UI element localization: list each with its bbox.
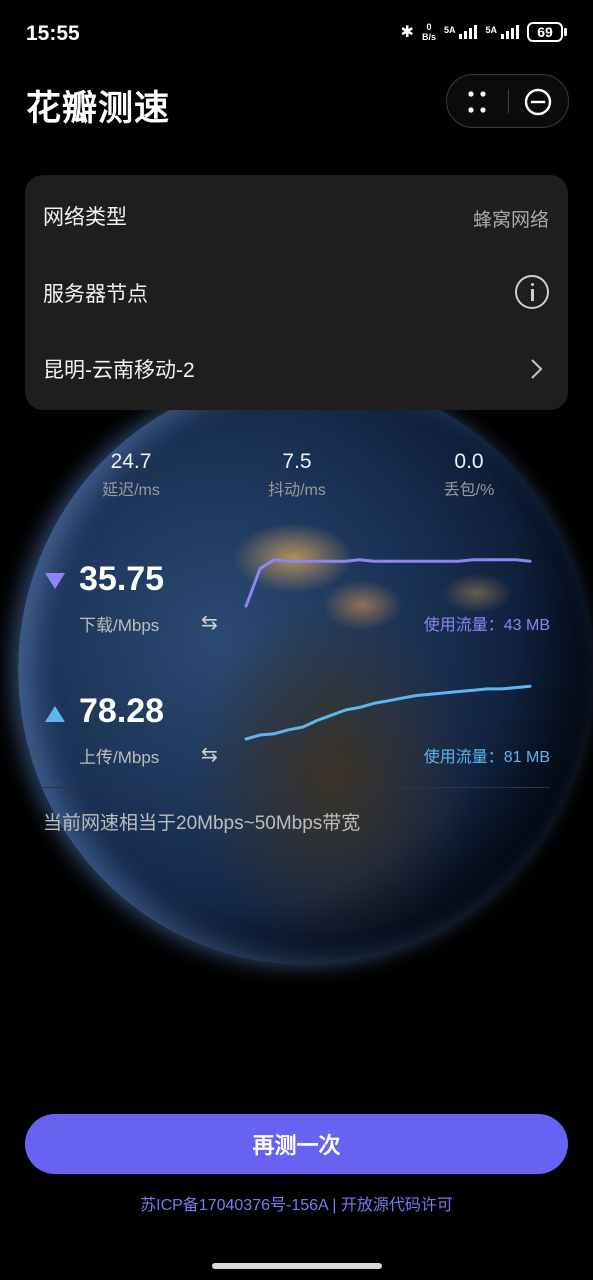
home-indicator	[212, 1263, 382, 1269]
download-swap-icon: ⇆	[201, 612, 218, 634]
packet-loss-label: 丢包/%	[443, 482, 495, 499]
network-type-row: 网络类型 蜂窝网络	[25, 178, 568, 253]
clock: 15:55	[26, 22, 80, 45]
latency-label: 延迟/ms	[102, 482, 160, 499]
status-bar: 15:55 ✱ 0 B/s 5A 5A 69	[0, 0, 593, 70]
close-miniapp-button[interactable]	[511, 75, 567, 129]
more-dots-icon	[468, 91, 486, 113]
close-circle-icon	[524, 88, 552, 116]
download-speed-value: 35.75	[79, 560, 165, 598]
download-arrow-icon	[45, 573, 65, 589]
app-title: 花瓣测速	[26, 89, 171, 128]
download-speed-line	[244, 558, 532, 608]
latency-stat: 24.7 延迟/ms	[66, 450, 196, 500]
network-type-label: 网络类型	[43, 206, 127, 229]
bluetooth-icon: ✱	[400, 24, 414, 41]
packet-loss-stat: 0.0 丢包/%	[404, 450, 534, 500]
download-unit-label: 下载/Mbps	[79, 616, 160, 635]
jitter-value: 7.5	[282, 450, 312, 473]
network-speed-indicator: 0 B/s	[422, 22, 436, 42]
network-type-value: 蜂窝网络	[472, 210, 549, 231]
network-info-card: 网络类型 蜂窝网络 服务器节点 昆明-云南移动-2	[25, 175, 568, 410]
upload-speed-value: 78.28	[79, 692, 165, 730]
latency-value: 24.7	[110, 450, 152, 473]
jitter-stat: 7.5 抖动/ms	[232, 450, 362, 500]
icp-footer-link[interactable]: 苏ICP备17040376号-156A | 开放源代码许可	[0, 1191, 593, 1215]
info-icon[interactable]	[515, 275, 549, 309]
download-speed-chart	[244, 558, 532, 608]
sim1-label: 5A	[443, 25, 456, 35]
server-node-label: 服务器节点	[43, 283, 148, 306]
more-button[interactable]	[447, 75, 507, 129]
sim2-label: 5A	[485, 25, 497, 35]
server-select-row[interactable]: 昆明-云南移动-2	[25, 331, 568, 406]
chevron-right-icon	[531, 359, 543, 379]
packet-loss-value: 0.0	[454, 450, 484, 473]
signal-sim2-icon: 5A	[485, 25, 519, 39]
upload-arrow-icon	[45, 706, 65, 722]
jitter-label: 抖动/ms	[268, 482, 326, 499]
bandwidth-equivalent-text: 当前网速相当于20Mbps~50Mbps带宽	[43, 813, 361, 834]
battery-level: 69	[537, 24, 553, 40]
upload-unit-label: 上传/Mbps	[79, 748, 160, 767]
capsule-divider	[508, 89, 509, 113]
upload-swap-icon: ⇆	[201, 744, 218, 766]
status-icons: ✱ 0 B/s 5A 5A 69	[401, 22, 567, 42]
net-speed-value: 0	[426, 22, 432, 32]
section-divider	[43, 787, 550, 788]
retest-button[interactable]: 再测一次	[25, 1114, 568, 1174]
upload-speed-line	[244, 684, 532, 741]
upload-speed-chart	[244, 684, 532, 741]
server-name: 昆明-云南移动-2	[43, 359, 195, 382]
upload-usage: 使用流量：81 MB	[423, 749, 550, 766]
battery-icon: 69	[527, 22, 567, 42]
net-speed-unit: B/s	[421, 32, 436, 42]
miniapp-capsule	[446, 74, 569, 128]
signal-sim1-icon: 5A	[444, 25, 478, 39]
server-node-row: 服务器节点	[25, 255, 568, 330]
